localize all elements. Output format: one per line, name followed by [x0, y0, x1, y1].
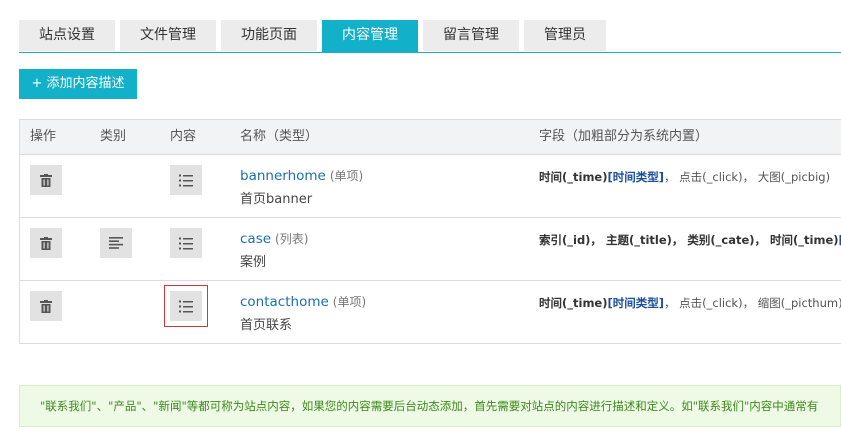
fields-type: [时间类型] — [607, 170, 664, 184]
fields-builtin: 时间(_time) — [539, 296, 608, 310]
trash-icon — [40, 173, 52, 187]
info-notice: "联系我们"、"产品"、"新闻"等都可称为站点内容，如果您的内容需要后台动态添加… — [19, 385, 841, 427]
content-fields: 时间(_time)[时间类型]， 点击(_click)， 大图(_picbig) — [539, 169, 841, 185]
content-list-button[interactable] — [170, 228, 202, 258]
fields-builtin: 时间(_time) — [539, 170, 608, 184]
align-left-icon — [109, 237, 123, 249]
delete-button[interactable] — [30, 291, 62, 321]
content-list-button[interactable] — [170, 165, 202, 195]
content-name-link[interactable]: contacthome (单项) — [240, 293, 366, 310]
tab-content-management[interactable]: 内容管理 — [322, 20, 418, 52]
content-list-button[interactable] — [164, 285, 208, 327]
content-name: case — [240, 231, 272, 247]
category-button[interactable] — [100, 228, 132, 258]
trash-icon — [40, 299, 52, 313]
content-description: 案例 — [240, 255, 267, 270]
add-content-description-button[interactable]: + 添加内容描述 — [19, 69, 137, 99]
table-row: case (列表) 案例 索引(_id)， 主题(_title)， 类别(_cat… — [20, 218, 841, 281]
table-row: contacthome (单项) 首页联系 时间(_time)[时间类型]， 点击… — [20, 281, 841, 344]
numbered-list-icon — [179, 237, 193, 249]
tab-bar: 站点设置 文件管理 功能页面 内容管理 留言管理 管理员 — [19, 20, 841, 53]
tab-site-settings[interactable]: 站点设置 — [19, 20, 115, 51]
content-fields: 索引(_id)， 主题(_title)， 类别(_cate)， 时间(_time… — [539, 232, 841, 248]
tab-message-management[interactable]: 留言管理 — [423, 20, 519, 51]
numbered-list-icon — [179, 174, 193, 186]
content-name: contacthome — [240, 294, 329, 310]
delete-button[interactable] — [30, 165, 62, 195]
header-content: 内容 — [170, 129, 197, 144]
tab-file-management[interactable]: 文件管理 — [120, 20, 216, 51]
content-description: 首页联系 — [240, 318, 293, 333]
tab-administrators[interactable]: 管理员 — [524, 20, 606, 51]
fields-builtin: 索引(_id)， 主题(_title)， 类别(_cate)， 时间(_time… — [539, 233, 839, 247]
content-table: 操作 类别 内容 名称（类型） 字段（加粗部分为系统内置） bannerhome… — [19, 119, 841, 344]
content-name: bannerhome — [240, 168, 326, 184]
header-name: 名称（类型） — [240, 129, 319, 144]
numbered-list-icon — [179, 300, 193, 312]
content-name-link[interactable]: bannerhome (单项) — [240, 167, 363, 184]
content-type: (单项) — [332, 295, 367, 309]
table-row: bannerhome (单项) 首页banner 时间(_time)[时间类型]，… — [20, 155, 841, 218]
delete-button[interactable] — [30, 228, 62, 258]
header-category: 类别 — [100, 129, 127, 144]
table-header: 操作 类别 内容 名称（类型） 字段（加粗部分为系统内置） — [20, 120, 841, 155]
tab-function-pages[interactable]: 功能页面 — [221, 20, 317, 51]
content-name-link[interactable]: case (列表) — [240, 230, 308, 247]
content-description: 首页banner — [240, 192, 313, 207]
fields-rest: ， 点击(_click)， 缩图(_picthum)， — [664, 296, 841, 310]
header-fields: 字段（加粗部分为系统内置） — [539, 129, 709, 144]
content-type: (单项) — [329, 169, 364, 183]
header-action: 操作 — [30, 129, 57, 144]
fields-rest: ， 点击(_click)， 大图(_picbig) — [664, 170, 831, 184]
fields-type: [时间类型] — [607, 296, 664, 310]
content-type: (列表) — [275, 232, 309, 246]
content-fields: 时间(_time)[时间类型]， 点击(_click)， 缩图(_picthum… — [539, 295, 841, 311]
trash-icon — [40, 236, 52, 250]
